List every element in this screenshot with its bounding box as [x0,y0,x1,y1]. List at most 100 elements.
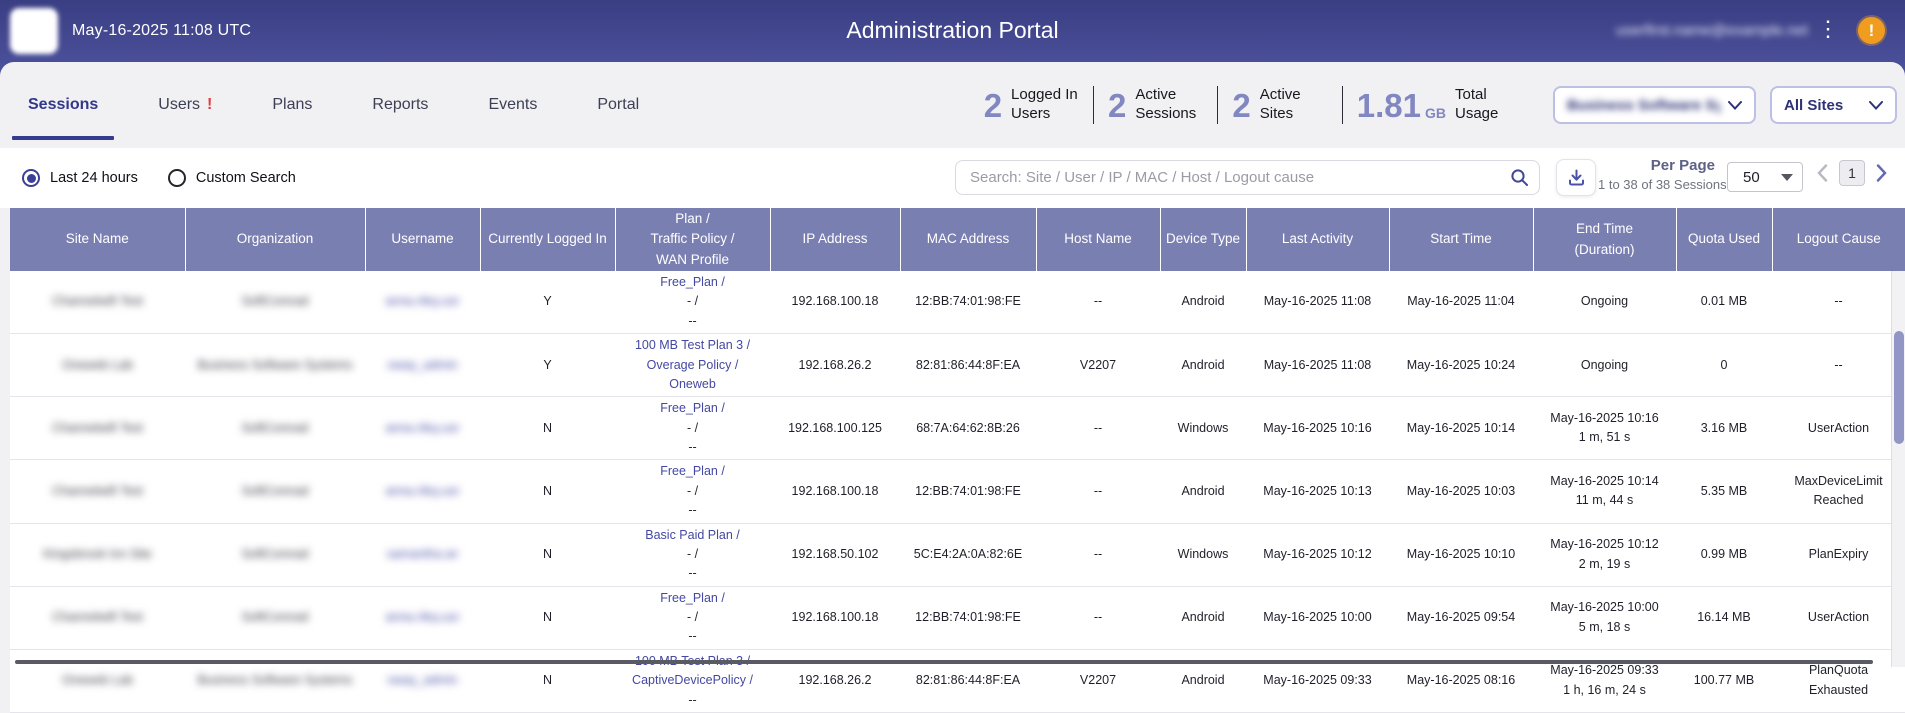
per-page-select[interactable]: 50 [1727,162,1803,192]
tab-label: Users [158,96,200,114]
radio-last-24-hours[interactable]: Last 24 hours [22,169,138,187]
col-host-name[interactable]: Host Name [1036,208,1160,271]
cell-logout-cause: PlanQuota Exhausted [1772,649,1905,712]
username-link[interactable]: anna.riley.usr [385,421,459,435]
col-quota-used[interactable]: Quota Used [1676,208,1772,271]
cell-mac-address: 12:BB:74:01:98:FE [900,271,1036,334]
plan-link[interactable]: Free_Plan / [621,589,764,608]
col-username[interactable]: Username [365,208,480,271]
per-page-label: Per Page [1598,157,1715,174]
cell-site-name: Channelwifi Test [10,460,185,523]
cell-end-time: May-16-2025 10:1411 m, 44 s [1533,460,1676,523]
cell-currently-logged-in: N [480,523,615,586]
col-end-time[interactable]: End Time (Duration) [1533,208,1676,271]
download-button[interactable] [1556,159,1596,196]
col-plan[interactable]: Plan / Traffic Policy / WAN Profile [615,208,770,271]
current-page[interactable]: 1 [1839,160,1865,186]
radio-label: Custom Search [196,170,296,186]
horizontal-scrollbar-thumb[interactable] [15,660,1873,664]
plan-link[interactable]: 100 MB Test Plan 3 / [621,336,764,355]
radio-label: Last 24 hours [50,170,138,186]
username-link[interactable]: oway_admin [387,673,457,687]
sites-dropdown[interactable]: All Sites [1770,86,1897,124]
stat-value: 2 [1108,89,1126,122]
stat-value: 1.81 [1357,89,1421,122]
vertical-scrollbar [1891,271,1905,667]
cell-end-time: May-16-2025 10:161 m, 51 s [1533,397,1676,460]
username-link[interactable]: anna.riley.usr [385,610,459,624]
col-logout-cause[interactable]: Logout Cause [1772,208,1905,271]
sessions-table: Site NameOrganizationUsernameCurrently L… [10,208,1905,713]
cell-device-type: Android [1160,271,1246,334]
prev-page-button[interactable] [1813,164,1832,182]
cell-start-time: May-16-2025 10:10 [1389,523,1533,586]
username-link[interactable]: anna.riley.usr [385,294,459,308]
masked-site-name: Oneweb Lab [62,673,133,687]
cell-end-time: Ongoing [1533,334,1676,397]
plan-link[interactable]: Free_Plan / [621,273,764,292]
search-input[interactable] [956,161,1510,194]
col-device-type[interactable]: Device Type [1160,208,1246,271]
organization-dropdown[interactable]: Business Software Systems [1553,86,1756,124]
cell-site-name: Channelwifi Test [10,271,185,334]
alert-icon[interactable]: ! [1858,17,1885,44]
plan-line: -- [621,691,764,710]
tab-plans[interactable]: Plans [256,62,328,148]
vertical-scrollbar-thumb[interactable] [1894,331,1904,444]
cell-plan: 100 MB Test Plan 3 /CaptiveDevicePolicy … [615,649,770,712]
cell-organization: Business Software Systems [185,649,365,712]
col-organization[interactable]: Organization [185,208,365,271]
col-last-activity[interactable]: Last Activity [1246,208,1389,271]
cell-end-time: Ongoing [1533,271,1676,334]
cell-plan: Free_Plan /- /-- [615,460,770,523]
filter-row: Last 24 hours Custom Search Per Page 1 to… [0,148,1905,208]
cell-username: anna.riley.usr [365,397,480,460]
col-currently-logged-in[interactable]: Currently Logged In [480,208,615,271]
stat-active-sites: 2Active Sites [1218,86,1342,124]
stat-unit: GB [1425,105,1446,124]
plan-link[interactable]: CaptiveDevicePolicy / [621,671,764,690]
pagination-summary: Per Page 1 to 38 of 38 Sessions [1598,157,1715,192]
end-time: May-16-2025 10:14 [1539,472,1670,491]
masked-organization: Business Software Systems [198,358,353,372]
end-time: Ongoing [1539,292,1670,311]
plan-link[interactable]: Free_Plan / [621,462,764,481]
tab-label: Events [488,96,537,114]
masked-organization: Business Software Systems [198,673,353,687]
cell-site-name: Kingsbrook Inn Site [10,523,185,586]
kebab-menu-icon[interactable]: ⋮ [1817,16,1839,42]
tab-reports[interactable]: Reports [356,62,444,148]
col-site-name[interactable]: Site Name [10,208,185,271]
cell-username: anna.riley.usr [365,586,480,649]
tab-events[interactable]: Events [472,62,553,148]
cell-start-time: May-16-2025 10:24 [1389,334,1533,397]
username-link[interactable]: samantha.wr [387,547,459,561]
masked-site-name: Oneweb Lab [62,358,133,372]
radio-custom-search[interactable]: Custom Search [168,169,296,187]
plan-line: - / [621,482,764,501]
cell-organization: SoftComrad [185,460,365,523]
username-link[interactable]: anna.riley.usr [385,484,459,498]
tab-sessions[interactable]: Sessions [12,62,114,148]
col-ip-address[interactable]: IP Address [770,208,900,271]
plan-link[interactable]: Basic Paid Plan / [621,526,764,545]
col-start-time[interactable]: Start Time [1389,208,1533,271]
stat-label: Active Sessions [1135,86,1203,124]
cell-currently-logged-in: N [480,397,615,460]
cell-last-activity: May-16-2025 10:12 [1246,523,1389,586]
plan-link[interactable]: Oneweb [621,375,764,394]
col-mac-address[interactable]: MAC Address [900,208,1036,271]
username-link[interactable]: oway_admin [387,358,457,372]
cell-currently-logged-in: Y [480,271,615,334]
masked-organization: SoftComrad [242,610,309,624]
plan-line: - / [621,608,764,627]
tab-label: Reports [372,96,428,114]
tab-portal[interactable]: Portal [581,62,655,148]
table-row: Channelwifi TestSoftComradanna.riley.usr… [10,271,1905,334]
plan-link[interactable]: Free_Plan / [621,399,764,418]
search-icon[interactable] [1510,168,1529,187]
tab-users[interactable]: Users! [142,62,228,148]
next-page-button[interactable] [1872,164,1891,182]
cell-logout-cause: -- [1772,271,1905,334]
plan-link[interactable]: Overage Policy / [621,356,764,375]
